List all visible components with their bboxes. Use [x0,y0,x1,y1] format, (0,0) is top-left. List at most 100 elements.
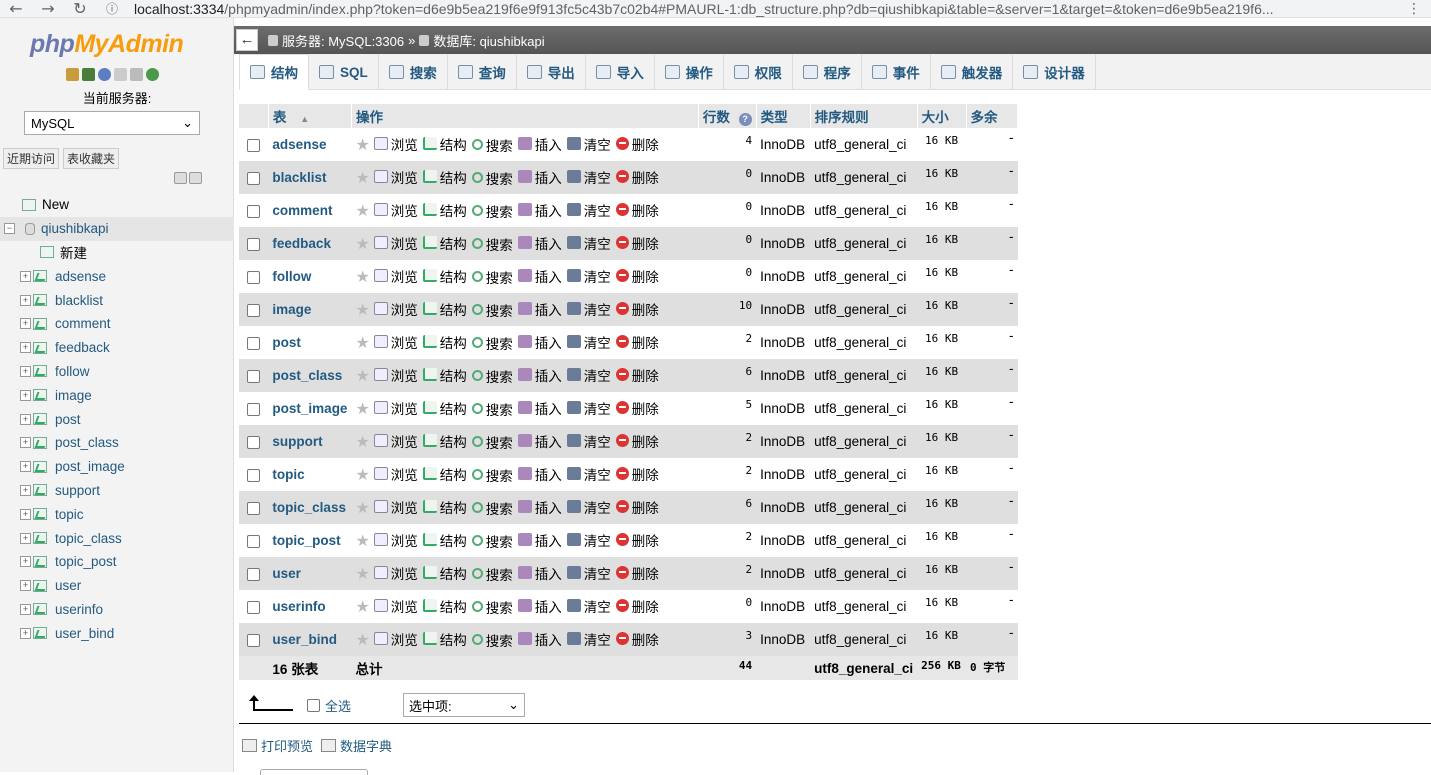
op-browse-button[interactable]: 浏览 [373,596,418,616]
row-size[interactable]: 16 KB [917,425,967,458]
op-browse-button[interactable]: 浏览 [373,629,418,649]
op-browse-button[interactable]: 浏览 [373,464,418,484]
star-icon[interactable]: ★ [355,170,369,187]
op-struct-button[interactable]: 结构 [422,530,467,550]
op-drop-button[interactable]: 删除 [615,332,659,352]
sidebar-table-item[interactable]: + support [0,479,234,503]
op-struct-button[interactable]: 结构 [422,134,467,154]
expand-icon[interactable]: + [20,365,31,377]
op-drop-button[interactable]: 删除 [615,233,659,253]
expand-icon[interactable]: + [20,627,31,639]
op-search-button[interactable]: 搜索 [471,465,513,485]
settings-icon[interactable] [130,68,143,81]
header-overhead-col[interactable]: 多余 [966,104,1019,128]
tab-10[interactable]: 触发器 [931,54,1014,90]
op-struct-button[interactable]: 结构 [422,497,467,517]
expand-icon[interactable]: + [20,461,31,473]
header-collation-col[interactable]: 排序规则 [810,104,918,128]
op-struct-button[interactable]: 结构 [422,464,467,484]
op-struct-button[interactable]: 结构 [422,596,467,616]
tab-1[interactable]: SQL [309,54,379,90]
table-name-link[interactable]: post_class [268,359,352,392]
op-search-button[interactable]: 搜索 [471,366,513,386]
table-name-link[interactable]: blacklist [268,161,352,194]
star-icon[interactable]: ★ [355,335,369,352]
op-drop-button[interactable]: 删除 [615,134,659,154]
op-browse-button[interactable]: 浏览 [373,530,418,550]
sidebar-table-item[interactable]: + userinfo [0,598,234,622]
op-empty-button[interactable]: 清空 [566,233,611,253]
op-search-button[interactable]: 搜索 [471,135,513,155]
op-struct-button[interactable]: 结构 [422,299,467,319]
data-dictionary-link[interactable]: 数据字典 [340,736,392,755]
op-insert-button[interactable]: 插入 [517,497,562,517]
row-size[interactable]: 16 KB [917,623,967,656]
op-insert-button[interactable]: 插入 [517,596,562,616]
row-checkbox[interactable] [247,435,261,449]
op-drop-button[interactable]: 删除 [615,167,659,187]
table-name-link[interactable]: feedback [268,227,352,260]
star-icon[interactable]: ★ [355,566,369,583]
op-drop-button[interactable]: 删除 [615,200,659,220]
op-search-button[interactable]: 搜索 [471,531,513,551]
expand-icon[interactable]: + [20,508,31,520]
expand-icon[interactable]: + [20,294,31,306]
sidebar-table-item[interactable]: + topic_class [0,526,234,550]
op-empty-button[interactable]: 清空 [566,266,611,286]
op-insert-button[interactable]: 插入 [517,266,562,286]
table-name-link[interactable]: comment [268,194,352,227]
op-struct-button[interactable]: 结构 [422,629,467,649]
table-name-link[interactable]: adsense [268,128,352,161]
tab-6[interactable]: 操作 [655,54,724,90]
row-size[interactable]: 16 KB [917,161,967,194]
tree-database-item[interactable]: − qiushibkapi [0,216,234,241]
op-drop-button[interactable]: 删除 [615,266,659,286]
tab-8[interactable]: 程序 [793,54,862,90]
row-size[interactable]: 16 KB [917,260,967,293]
check-all[interactable]: 全选 [307,696,351,715]
op-struct-button[interactable]: 结构 [422,200,467,220]
star-icon[interactable]: ★ [355,236,369,253]
table-name-link[interactable]: user_bind [268,623,352,656]
op-empty-button[interactable]: 清空 [566,332,611,352]
op-browse-button[interactable]: 浏览 [373,332,418,352]
op-insert-button[interactable]: 插入 [517,398,562,418]
op-drop-button[interactable]: 删除 [615,596,659,616]
op-insert-button[interactable]: 插入 [517,365,562,385]
table-name-link[interactable]: topic_class [268,491,352,524]
star-icon[interactable]: ★ [355,302,369,319]
sidebar-table-item[interactable]: + follow [0,360,234,384]
breadcrumb-database[interactable]: 数据库: qiushibkapi [433,31,544,50]
row-checkbox[interactable] [247,369,261,383]
expand-icon[interactable]: + [20,580,31,592]
row-checkbox[interactable] [247,402,261,416]
row-checkbox[interactable] [247,534,261,548]
table-name-link[interactable]: userinfo [268,590,352,623]
op-empty-button[interactable]: 清空 [566,167,611,187]
expand-icon[interactable]: + [20,532,31,544]
op-insert-button[interactable]: 插入 [517,629,562,649]
header-table-col[interactable]: 表 ▲ [268,104,352,128]
home-icon[interactable] [66,68,79,81]
op-search-button[interactable]: 搜索 [471,234,513,254]
table-name-link[interactable]: user [268,557,352,590]
row-size[interactable]: 16 KB [917,557,967,590]
breadcrumb-server[interactable]: 服务器: MySQL:3306 [282,31,404,50]
op-drop-button[interactable]: 删除 [615,431,659,451]
info-icon[interactable]: ⓘ [96,0,128,17]
row-checkbox[interactable] [247,633,261,647]
tree-new-item[interactable]: New [0,193,234,217]
tab-7[interactable]: 权限 [724,54,793,90]
op-browse-button[interactable]: 浏览 [373,299,418,319]
row-checkbox[interactable] [247,600,261,614]
op-drop-button[interactable]: 删除 [615,563,659,583]
op-search-button[interactable]: 搜索 [471,168,513,188]
sidebar-table-item[interactable]: + adsense [0,264,234,288]
op-empty-button[interactable]: 清空 [566,629,611,649]
header-rows-col[interactable]: 行数 ? [698,104,757,128]
op-empty-button[interactable]: 清空 [566,464,611,484]
row-size[interactable]: 16 KB [917,293,967,326]
tree-db-new-item[interactable]: 新建 [0,241,234,265]
op-struct-button[interactable]: 结构 [422,233,467,253]
expand-icon[interactable]: + [20,484,31,496]
